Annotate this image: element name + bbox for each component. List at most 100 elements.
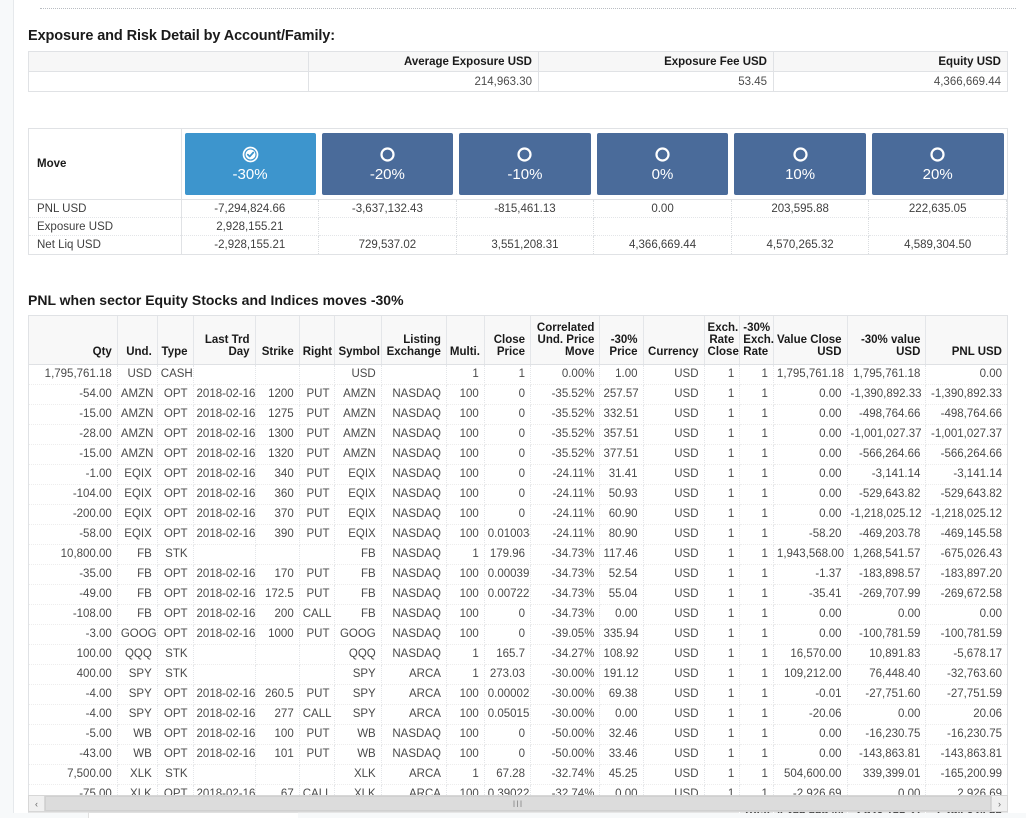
pnl-col-30-exch-rate[interactable]: -30% Exch. Rate — [739, 316, 774, 365]
pnl-col-value-close-usd[interactable]: Value Close USD — [773, 316, 848, 365]
pnl-col-multi[interactable]: Multi. — [446, 316, 485, 365]
pnl-col-type[interactable]: Type — [157, 316, 194, 365]
pnl-cell-symbol: SPY — [334, 664, 382, 685]
table-row[interactable]: -58.00 EQIX OPT 2018-02-16 390 PUT EQIX NASDAQ 1… — [29, 524, 1007, 545]
table-row[interactable]: -104.00 EQIX OPT 2018-02-16 360 PUT EQIX NASDAQ… — [29, 484, 1007, 505]
move-tile--20[interactable]: -20% — [321, 133, 454, 195]
table-row[interactable]: -43.00 WB OPT 2018-02-16 101 PUT WB NASDAQ 100 0-… — [29, 744, 1007, 765]
table-row[interactable]: -200.00 EQIX OPT 2018-02-16 370 PUT EQIX NASDAQ… — [29, 504, 1007, 525]
pnl-cell-close-price: 0 — [484, 404, 532, 425]
move-tile-cell-1: -20% — [318, 129, 457, 200]
pnl-cell-type: OPT — [157, 444, 194, 465]
table-row[interactable]: 400.00 SPY STK SPY ARCA 1 273.03 -30.00% 191.12 U… — [29, 664, 1007, 685]
table-row[interactable]: -5.00 WB OPT 2018-02-16 100 PUT WB NASDAQ 100 0 -5… — [29, 724, 1007, 745]
pnl-cell-qty: 10,800.00 — [29, 544, 118, 565]
table-row[interactable]: -4.00 SPY OPT 2018-02-16 277 CALL SPY ARCA 100 0.… — [29, 704, 1007, 725]
pnl-cell-right: PUT — [299, 724, 336, 745]
move-tile--10[interactable]: -10% — [459, 133, 591, 195]
pnl-col-strike[interactable]: Strike — [255, 316, 300, 365]
table-row[interactable]: -3.00 GOOG OPT 2018-02-16 1000 PUT GOOG NASDAQ 1… — [29, 624, 1007, 645]
pnl-cell-type: OPT — [157, 744, 194, 765]
table-row[interactable]: 1,795,761.18 USD CASH USD 1 1 0.00% 1.00 USD 1 1 1,… — [29, 364, 1007, 385]
scroll-right-arrow-icon[interactable]: › — [991, 796, 1007, 811]
pnl-cell-right: PUT — [299, 424, 336, 445]
pnl-cell-currency: USD — [643, 724, 705, 745]
pnl-col-30-price[interactable]: -30% Price — [599, 316, 644, 365]
pnl-cell-multi: 100 — [446, 584, 485, 605]
table-row[interactable]: -4.00 SPY OPT 2018-02-16 260.5 PUT SPY ARCA 100 0… — [29, 684, 1007, 705]
pnl-col-listing-exchange[interactable]: Listing Exchange — [381, 316, 447, 365]
pnl-cell-multi: 100 — [446, 684, 485, 705]
table-row[interactable]: -54.00 AMZN OPT 2018-02-16 1200 PUT AMZN NASDAQ… — [29, 384, 1007, 405]
table-row[interactable]: -15.00 AMZN OPT 2018-02-16 1275 PUT AMZN NASDAQ… — [29, 404, 1007, 425]
table-row[interactable]: 10,800.00 FB STK FB NASDAQ 1 179.96 -34.73% 117.… — [29, 544, 1007, 565]
pnl-cell-value-close-usd: -35.41 — [773, 584, 848, 605]
pnl-cell-30-exch-rate: 1 — [739, 704, 774, 725]
pnl-cell-value-close-usd: 0.00 — [773, 624, 848, 645]
pnl-cell-30-value-usd: -100,781.59 — [847, 624, 927, 645]
table-row[interactable]: -15.00 AMZN OPT 2018-02-16 1320 PUT AMZN NASDAQ… — [29, 444, 1007, 465]
pnl-cell-strike: 1300 — [255, 424, 300, 445]
table-row[interactable]: -35.00 FB OPT 2018-02-16 170 PUT FB NASDAQ 100 0.… — [29, 564, 1007, 585]
pnl-cell-multi: 1 — [446, 644, 485, 665]
pnl-cell-und: SPY — [117, 664, 158, 685]
table-row[interactable]: -108.00 FB OPT 2018-02-16 200 CALL FB NASDAQ 100… — [29, 604, 1007, 625]
pnl-col-exch-rate-close[interactable]: Exch. Rate Close — [704, 316, 741, 365]
pnl-cell-last-trd-day: 2018-02-16 — [193, 744, 256, 765]
pnl-cell-30-exch-rate: 1 — [739, 544, 774, 565]
pnl-col-right[interactable]: Right — [299, 316, 336, 365]
move-tile-label-0: -30% — [232, 165, 268, 183]
pnl-cell-30-price: 32.46 — [599, 724, 644, 745]
pnl-col-last-trd-day[interactable]: Last Trd Day — [193, 316, 256, 365]
pnl-cell-multi: 100 — [446, 444, 485, 465]
scroll-left-arrow-icon[interactable]: ‹ — [29, 796, 45, 811]
pnl-cell-currency: USD — [643, 424, 705, 445]
pnl-cell-last-trd-day: 2018-02-16 — [193, 564, 256, 585]
pnl-cell-close-price: 0 — [484, 504, 532, 525]
pnl-col-und[interactable]: Und. — [117, 316, 158, 365]
table-row[interactable]: 7,500.00 XLK STK XLK ARCA 1 67.28 -32.74% 45.25 U… — [29, 764, 1007, 785]
radio-circle-icon — [379, 146, 396, 163]
pnl-cell-qty: 400.00 — [29, 664, 118, 685]
move-tile-10[interactable]: 10% — [734, 133, 866, 195]
pnl-cell-qty: -15.00 — [29, 404, 118, 425]
scrollbar-thumb[interactable]: III — [45, 796, 991, 811]
pnl-cell-und: SPY — [117, 684, 158, 705]
pnl-grid: Qty Und. Type Last Trd Day Strike Right Symbol… — [29, 316, 1007, 818]
pnl-cell-correlated-und-price-move: -34.27% — [530, 644, 601, 665]
pnl-col-30-value-usd[interactable]: -30% value USD — [847, 316, 927, 365]
pnl-cell-strike: 170 — [255, 564, 300, 585]
pnl-cell-30-value-usd: -566,264.66 — [847, 444, 927, 465]
scrollbar-track[interactable]: III — [45, 796, 991, 811]
move-row-1-val-0: 2,928,155.21 — [181, 217, 320, 236]
pnl-cell-multi: 100 — [446, 504, 485, 525]
pnl-col-correlated-und-price-move[interactable]: Correlated Und. Price Move — [530, 316, 601, 365]
table-row[interactable]: -1.00 EQIX OPT 2018-02-16 340 PUT EQIX NASDAQ 10… — [29, 464, 1007, 485]
pnl-col-close-price[interactable]: Close Price — [484, 316, 532, 365]
move-tile-label-3: 0% — [651, 165, 674, 183]
pnl-col-pnl-usd[interactable]: PNL USD — [925, 316, 1007, 365]
pnl-col-qty[interactable]: Qty — [29, 316, 118, 365]
pnl-cell-value-close-usd: 1,795,761.18 — [773, 364, 848, 385]
pnl-cell-close-price: 0.050153 — [484, 704, 532, 725]
pnl-cell-correlated-und-price-move: -35.52% — [530, 424, 601, 445]
pnl-col-symbol[interactable]: Symbol — [334, 316, 382, 365]
horizontal-scrollbar[interactable]: ‹ III › — [28, 795, 1008, 812]
move-tile-20[interactable]: 20% — [871, 133, 1004, 195]
pnl-cell-correlated-und-price-move: -30.00% — [530, 664, 601, 685]
pnl-cell-correlated-und-price-move: -34.73% — [530, 544, 601, 565]
pnl-col-currency[interactable]: Currency — [643, 316, 705, 365]
table-row[interactable]: 100.00 QQQ STK QQQ NASDAQ 1 165.7 -34.27% 108.92… — [29, 644, 1007, 665]
move-tile--30[interactable]: -30% — [184, 133, 316, 195]
move-row-0-val-4: 203,595.88 — [731, 199, 870, 218]
table-row[interactable]: -28.00 AMZN OPT 2018-02-16 1300 PUT AMZN NASDAQ… — [29, 424, 1007, 445]
move-tiles-row: Move -30% -20% -10% 0% 10% 20% — [29, 129, 1007, 200]
move-row-0-val-5: 222,635.05 — [868, 199, 1007, 218]
pnl-cell-30-price: 108.92 — [599, 644, 644, 665]
table-row[interactable]: -49.00 FB OPT 2018-02-16 172.5 PUT FB NASDAQ 100… — [29, 584, 1007, 605]
pnl-cell-value-close-usd: 0.00 — [773, 604, 848, 625]
move-tile-0[interactable]: 0% — [596, 133, 729, 195]
pnl-cell-last-trd-day: 2018-02-16 — [193, 484, 256, 505]
pnl-cell-30-value-usd: -498,764.66 — [847, 404, 927, 425]
pnl-cell-30-exch-rate: 1 — [739, 484, 774, 505]
